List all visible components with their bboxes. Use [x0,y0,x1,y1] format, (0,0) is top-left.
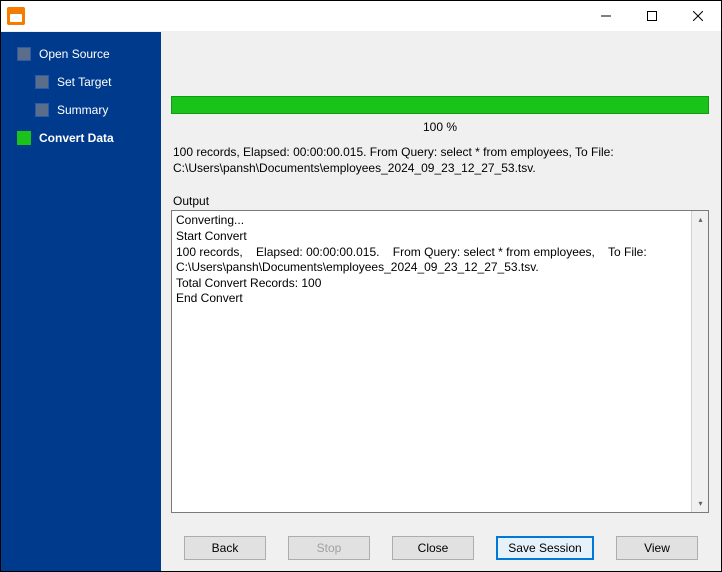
window-controls [583,1,721,31]
back-button[interactable]: Back [184,536,266,560]
step-box-icon [17,131,31,145]
step-summary[interactable]: Summary [1,96,161,124]
step-open-source[interactable]: Open Source [1,40,161,68]
client-area: Open Source Set Target Summary Convert D… [1,32,721,571]
save-session-button[interactable]: Save Session [496,536,594,560]
stop-button: Stop [288,536,370,560]
step-label: Summary [57,103,108,117]
progress-percent-label: 100 % [171,114,709,144]
close-icon [693,11,703,21]
step-label: Convert Data [39,131,114,145]
step-box-icon [35,103,49,117]
output-content: Converting... Start Convert 100 records,… [172,211,708,512]
status-line-1: 100 records, Elapsed: 00:00:00.015. From… [173,145,614,159]
progress-section: 100 % [171,96,709,144]
app-icon [7,7,25,25]
output-textarea[interactable]: Converting... Start Convert 100 records,… [171,210,709,513]
output-label: Output [171,194,709,210]
step-tree: Open Source Set Target Summary Convert D… [1,40,161,152]
close-window-button[interactable] [675,1,721,31]
status-line-2: C:\Users\pansh\Documents\employees_2024_… [173,161,536,175]
scroll-up-icon[interactable]: ▴ [692,211,709,228]
step-box-icon [35,75,49,89]
status-text: 100 records, Elapsed: 00:00:00.015. From… [171,144,709,194]
title-bar [1,1,721,32]
top-spacer [171,32,709,96]
step-label: Open Source [39,47,110,61]
sidebar: Open Source Set Target Summary Convert D… [1,32,161,571]
step-set-target[interactable]: Set Target [1,68,161,96]
step-convert-data[interactable]: Convert Data [1,124,161,152]
output-scrollbar[interactable]: ▴ ▾ [691,211,708,512]
view-button[interactable]: View [616,536,698,560]
app-window: Open Source Set Target Summary Convert D… [0,0,722,572]
minimize-button[interactable] [583,1,629,31]
maximize-icon [647,11,657,21]
body-area: 100 % 100 records, Elapsed: 00:00:00.015… [161,32,721,525]
scroll-down-icon[interactable]: ▾ [692,495,709,512]
spacer [171,513,709,525]
maximize-button[interactable] [629,1,675,31]
main-panel: 100 % 100 records, Elapsed: 00:00:00.015… [161,32,721,571]
step-box-icon [17,47,31,61]
step-label: Set Target [57,75,111,89]
button-row: Back Stop Close Save Session View [161,525,721,571]
minimize-icon [601,11,611,21]
progress-bar [171,96,709,114]
close-button[interactable]: Close [392,536,474,560]
